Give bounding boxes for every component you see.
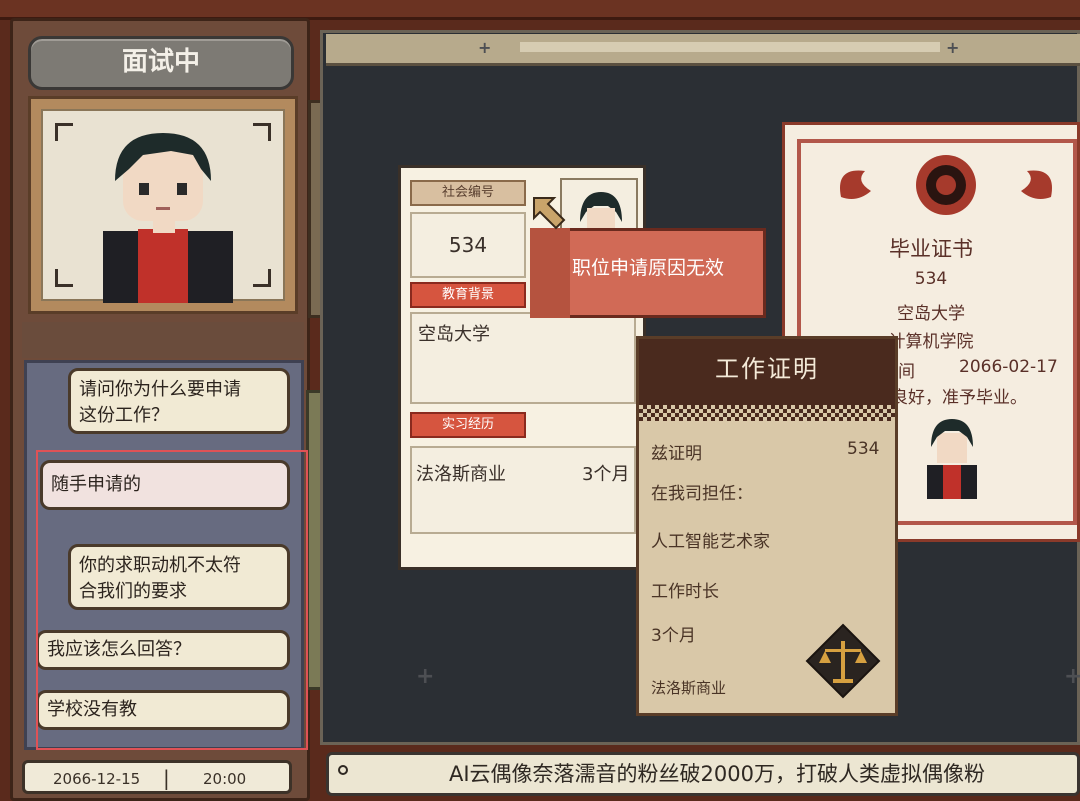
chat-header-bar [22, 322, 304, 358]
internship-duration: 3个月 [582, 464, 630, 485]
certificate-title: 毕业证书 [889, 237, 973, 261]
current-time: 20:00 [203, 770, 247, 788]
portrait-background [41, 109, 285, 303]
work-cert-duration-value: 3个月 [651, 626, 696, 646]
work-certificate[interactable]: 工作证明 兹证明 534 在我司担任： 人工智能艺术家 工作时长 3个月 法洛斯… [636, 336, 898, 716]
internship-company: 法洛斯商业 [416, 464, 506, 485]
plus-icon: + [416, 664, 435, 689]
certificate-remark: 良好，准予毕业。 [891, 388, 1027, 408]
work-cert-line2: 在我司担任： [651, 484, 753, 504]
internship-label: 实习经历 [410, 412, 526, 438]
candidate-avatar [103, 133, 233, 303]
social-id-label: 社会编号 [410, 180, 526, 206]
current-date: 2066-12-15 [53, 770, 141, 788]
news-ticker-text: AI云偶像奈落濡音的粉丝破2000万，打破人类虚拟偶像粉 [449, 762, 986, 786]
plus-icon: + [946, 38, 960, 57]
certificate-id: 534 [914, 269, 948, 289]
interviewer-question-bubble: 请问你为什么要申请 这份工作？ [68, 368, 290, 434]
work-cert-position: 人工智能艺术家 [651, 532, 770, 552]
certificate-photo [927, 419, 977, 499]
plus-icon: + [1064, 664, 1080, 689]
university-emblem-icon [840, 155, 1052, 215]
work-cert-company: 法洛斯商业 [651, 679, 727, 697]
desk-slot [520, 42, 940, 52]
scales-stamp-icon [805, 623, 881, 699]
invalid-reason-banner: 职位申请原因无效 [530, 228, 766, 318]
work-cert-duration-label: 工作时长 [651, 582, 719, 602]
date-time-bar: 2066-12-15 | 20:00 [22, 760, 292, 794]
education-label: 教育背景 [410, 282, 526, 308]
work-cert-line1-value: 534 [847, 439, 880, 459]
news-ticker: AI云偶像奈落濡音的粉丝破2000万，打破人类虚拟偶像粉 [326, 752, 1080, 796]
candidate-portrait [28, 96, 298, 314]
work-certificate-title: 工作证明 [639, 339, 895, 405]
interview-status-title: 面试中 [28, 36, 294, 90]
social-id-value: 534 [410, 212, 526, 278]
education-value: 空岛大学 [410, 312, 636, 404]
selected-options-highlight [36, 450, 308, 750]
work-cert-line1-label: 兹证明 [651, 444, 702, 464]
internship-box: 法洛斯商业 3个月 [410, 446, 636, 534]
window-top-frame [0, 0, 1080, 20]
ticker-bullet-icon [338, 765, 348, 775]
plus-icon: + [478, 38, 492, 57]
certificate-date: 2066-02-17 [959, 357, 1058, 377]
certificate-university: 空岛大学 [897, 304, 965, 324]
pointer-arrow-icon [533, 197, 566, 230]
